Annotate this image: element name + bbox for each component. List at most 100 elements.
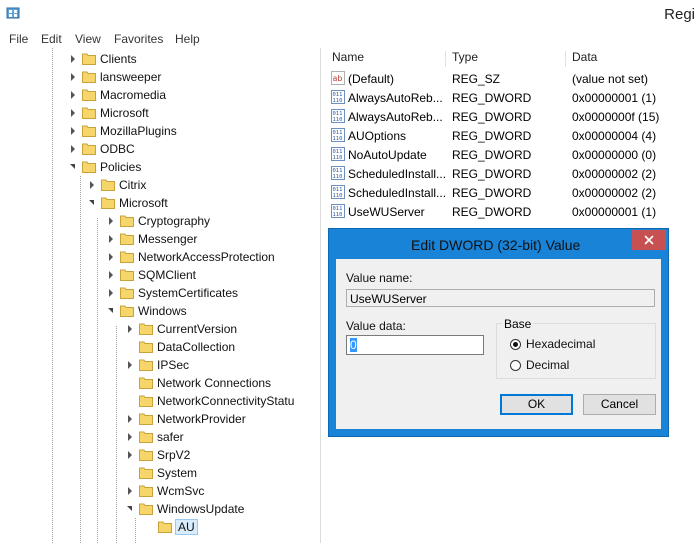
tree-node-label: WcmSvc	[157, 484, 205, 498]
collapsed-arrow-icon[interactable]	[71, 127, 75, 135]
list-row[interactable]: 011 110 AUOptions REG_DWORD 0x00000004 (4)	[326, 126, 695, 145]
dword-value-icon: 011110	[331, 185, 345, 199]
list-row[interactable]: ab (Default) REG_SZ (value not set)	[326, 69, 695, 88]
tree-node-label: Windows	[138, 304, 187, 318]
tree-node-label: Citrix	[119, 178, 147, 192]
tree-node-label: Policies	[100, 160, 142, 174]
value-type-cell: REG_DWORD	[452, 91, 532, 105]
dword-value-icon: 011110	[331, 166, 345, 180]
column-separator[interactable]	[445, 51, 446, 67]
edit-dword-dialog: Edit DWORD (32-bit) Value Value name: Us…	[329, 229, 668, 436]
value-data-cell: (value not set)	[572, 72, 649, 86]
tree-node-label: lansweeper	[100, 70, 162, 84]
menu-favorites[interactable]: Favorites	[114, 32, 163, 46]
column-separator[interactable]	[565, 51, 566, 67]
value-data-cell: 0x00000000 (0)	[572, 148, 657, 162]
collapsed-arrow-icon[interactable]	[71, 55, 75, 63]
svg-text:110: 110	[333, 136, 343, 142]
dialog-close-button[interactable]	[632, 230, 666, 250]
collapsed-arrow-icon[interactable]	[128, 487, 132, 495]
tree-guide-line	[80, 176, 81, 543]
collapsed-arrow-icon[interactable]	[71, 91, 75, 99]
collapsed-arrow-icon[interactable]	[109, 217, 113, 225]
window-title: Regi	[664, 6, 695, 23]
tree-node-label: IPSec	[157, 358, 190, 372]
ok-button[interactable]: OK	[500, 394, 573, 415]
tree-node-label: Cryptography	[138, 214, 211, 228]
value-data-cell: 0x00000002 (2)	[572, 167, 657, 181]
folder-icon	[120, 287, 134, 299]
expanded-arrow-icon[interactable]	[70, 164, 75, 169]
collapsed-arrow-icon[interactable]	[71, 73, 75, 81]
hexadecimal-label[interactable]: Hexadecimal	[526, 337, 595, 351]
value-data-cell: 0x0000000f (15)	[572, 110, 660, 124]
value-name-cell: AlwaysAutoReb...	[348, 91, 443, 105]
expanded-arrow-icon[interactable]	[89, 200, 94, 205]
menu-file[interactable]: File	[9, 32, 28, 46]
dword-value-icon: 011110	[331, 109, 345, 123]
decimal-label[interactable]: Decimal	[526, 358, 569, 372]
value-data-cell: 0x00000001 (1)	[572, 205, 657, 219]
collapsed-arrow-icon[interactable]	[71, 145, 75, 153]
column-header-name[interactable]: Name	[332, 50, 364, 68]
collapsed-arrow-icon[interactable]	[128, 415, 132, 423]
dword-value-icon: 011110	[331, 128, 345, 142]
collapsed-arrow-icon[interactable]	[109, 253, 113, 261]
menu-edit[interactable]: Edit	[41, 32, 62, 46]
value-name-cell: (Default)	[348, 72, 395, 86]
column-header-data[interactable]: Data	[572, 50, 597, 68]
value-data-cell: 0x00000002 (2)	[572, 186, 657, 200]
collapsed-arrow-icon[interactable]	[128, 325, 132, 333]
tree-node-label: NetworkAccessProtection	[138, 250, 275, 264]
collapsed-arrow-icon[interactable]	[71, 109, 75, 117]
menu-help[interactable]: Help	[175, 32, 200, 46]
folder-icon	[82, 107, 96, 119]
value-name-cell: ScheduledInstall...	[348, 167, 447, 181]
folder-icon	[82, 125, 96, 137]
folder-icon	[82, 143, 96, 155]
dialog-title-bar[interactable]: Edit DWORD (32-bit) Value	[329, 229, 668, 259]
tree-node-label: NetworkProvider	[157, 412, 246, 426]
folder-icon	[139, 449, 153, 461]
base-label: Base	[502, 317, 534, 331]
list-row[interactable]: 011 110 AlwaysAutoReb... REG_DWORD 0x0000000…	[326, 107, 695, 126]
folder-icon	[139, 359, 153, 371]
tree-guide-line	[135, 518, 136, 543]
column-header-type[interactable]: Type	[452, 50, 478, 68]
menu-view[interactable]: View	[75, 32, 101, 46]
list-row[interactable]: 011 110 ScheduledInstall... REG_DWORD 0x0000…	[326, 164, 695, 183]
dword-value-icon: 011110	[331, 147, 345, 161]
list-row[interactable]: 011 110 NoAutoUpdate REG_DWORD 0x00000000 (0…	[326, 145, 695, 164]
collapsed-arrow-icon[interactable]	[128, 451, 132, 459]
collapsed-arrow-icon[interactable]	[109, 235, 113, 243]
tree-node-label: Microsoft	[119, 196, 168, 210]
decimal-radio[interactable]	[510, 360, 521, 371]
registry-tree[interactable]: Clients lansweeper Macromedia Microsoft Mozi…	[0, 48, 321, 543]
expanded-arrow-icon[interactable]	[127, 506, 132, 511]
tree-node-label: Messenger	[138, 232, 198, 246]
collapsed-arrow-icon[interactable]	[90, 181, 94, 189]
tree-node-label: ODBC	[100, 142, 135, 156]
expanded-arrow-icon[interactable]	[108, 308, 113, 313]
list-row[interactable]: 011 110 AlwaysAutoReb... REG_DWORD 0x0000000…	[326, 88, 695, 107]
collapsed-arrow-icon[interactable]	[109, 289, 113, 297]
value-name-cell: ScheduledInstall...	[348, 186, 447, 200]
string-value-icon: ab	[331, 71, 345, 85]
value-name-field[interactable]: UseWUServer	[346, 289, 655, 307]
hexadecimal-radio[interactable]	[510, 339, 521, 350]
collapsed-arrow-icon[interactable]	[109, 271, 113, 279]
svg-text:110: 110	[333, 98, 343, 104]
folder-icon	[120, 233, 134, 245]
value-data-label: Value data:	[346, 319, 406, 333]
collapsed-arrow-icon[interactable]	[128, 433, 132, 441]
tree-node-label: Clients	[100, 52, 137, 66]
list-row[interactable]: 011 110 UseWUServer REG_DWORD 0x00000001 (1)	[326, 202, 695, 221]
list-row[interactable]: 011 110 ScheduledInstall... REG_DWORD 0x0000…	[326, 183, 695, 202]
value-type-cell: REG_DWORD	[452, 205, 532, 219]
value-data-input[interactable]: 0	[346, 335, 484, 355]
tree-guide-line	[116, 326, 117, 543]
cancel-button[interactable]: Cancel	[583, 394, 656, 415]
tree-guide-line	[97, 218, 98, 543]
collapsed-arrow-icon[interactable]	[128, 361, 132, 369]
folder-icon	[120, 269, 134, 281]
